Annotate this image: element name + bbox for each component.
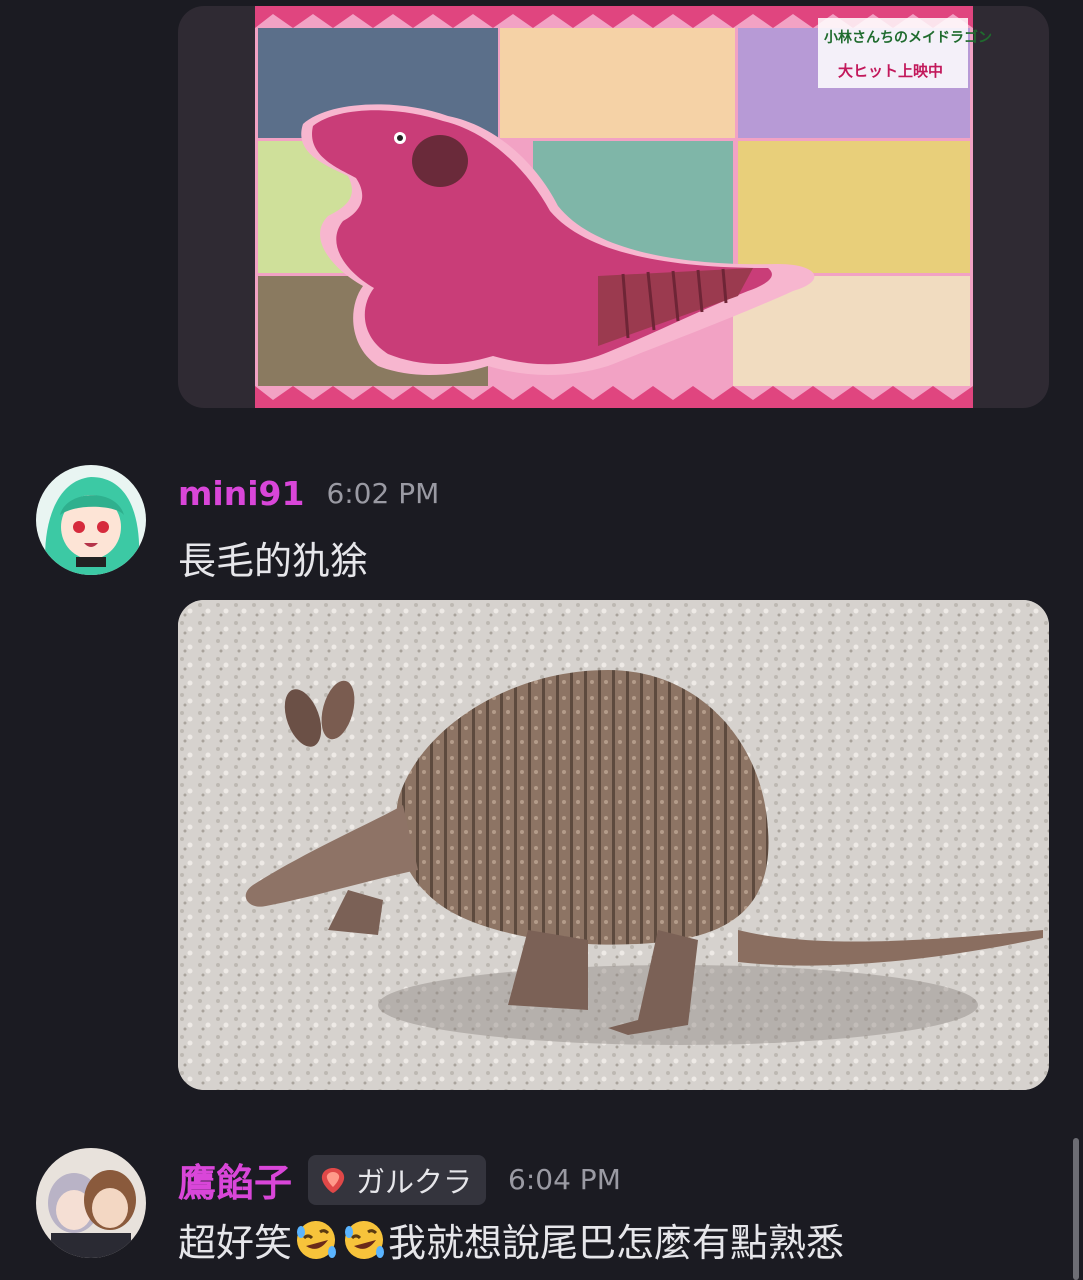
message-header: 鷹餡子 ガルクラ 6:04 PM <box>178 1152 621 1207</box>
message-text-start: 超好笑 <box>178 1221 293 1265</box>
chat-screen: 小林さんちのメイドラゴン 大ヒット上映中 mini91 6:02 PM 長毛的犰… <box>0 0 1083 1280</box>
avatar-image <box>36 1148 146 1258</box>
role-tag[interactable]: ガルクラ <box>308 1154 487 1205</box>
image-attachment-banner[interactable]: 小林さんちのメイドラゴン 大ヒット上映中 <box>178 6 1049 408</box>
image-attachment-armadillo[interactable] <box>178 600 1049 1090</box>
banner-illustration: 小林さんちのメイドラゴン 大ヒット上映中 <box>255 6 992 408</box>
armadillo-photo <box>178 600 1049 1090</box>
message-text: 長毛的犰狳 <box>178 539 369 583</box>
scrollbar[interactable] <box>1073 1138 1079 1280</box>
message-text: 超好笑 我就想說尾巴怎麼有點熟悉 <box>178 1212 844 1271</box>
guitar-pick-icon <box>321 1167 345 1193</box>
banner-logo-title: 小林さんちのメイドラゴン <box>824 29 992 46</box>
message-header: mini91 6:02 PM <box>178 474 439 513</box>
role-tag-label: ガルクラ <box>356 1164 473 1199</box>
username[interactable]: 鷹餡子 <box>178 1152 292 1207</box>
timestamp: 6:04 PM <box>508 1163 621 1196</box>
rolling-laughing-emoji-icon <box>292 1218 340 1271</box>
rolling-laughing-emoji-icon <box>340 1218 388 1271</box>
username[interactable]: mini91 <box>178 474 304 513</box>
timestamp: 6:02 PM <box>326 477 440 510</box>
avatar-mini91[interactable] <box>36 465 146 575</box>
avatar-image <box>36 465 146 575</box>
avatar-yingxianzi[interactable] <box>36 1148 146 1258</box>
message-text-end: 我就想說尾巴怎麼有點熟悉 <box>388 1221 845 1265</box>
banner-logo-subtitle: 大ヒット上映中 <box>838 62 943 80</box>
